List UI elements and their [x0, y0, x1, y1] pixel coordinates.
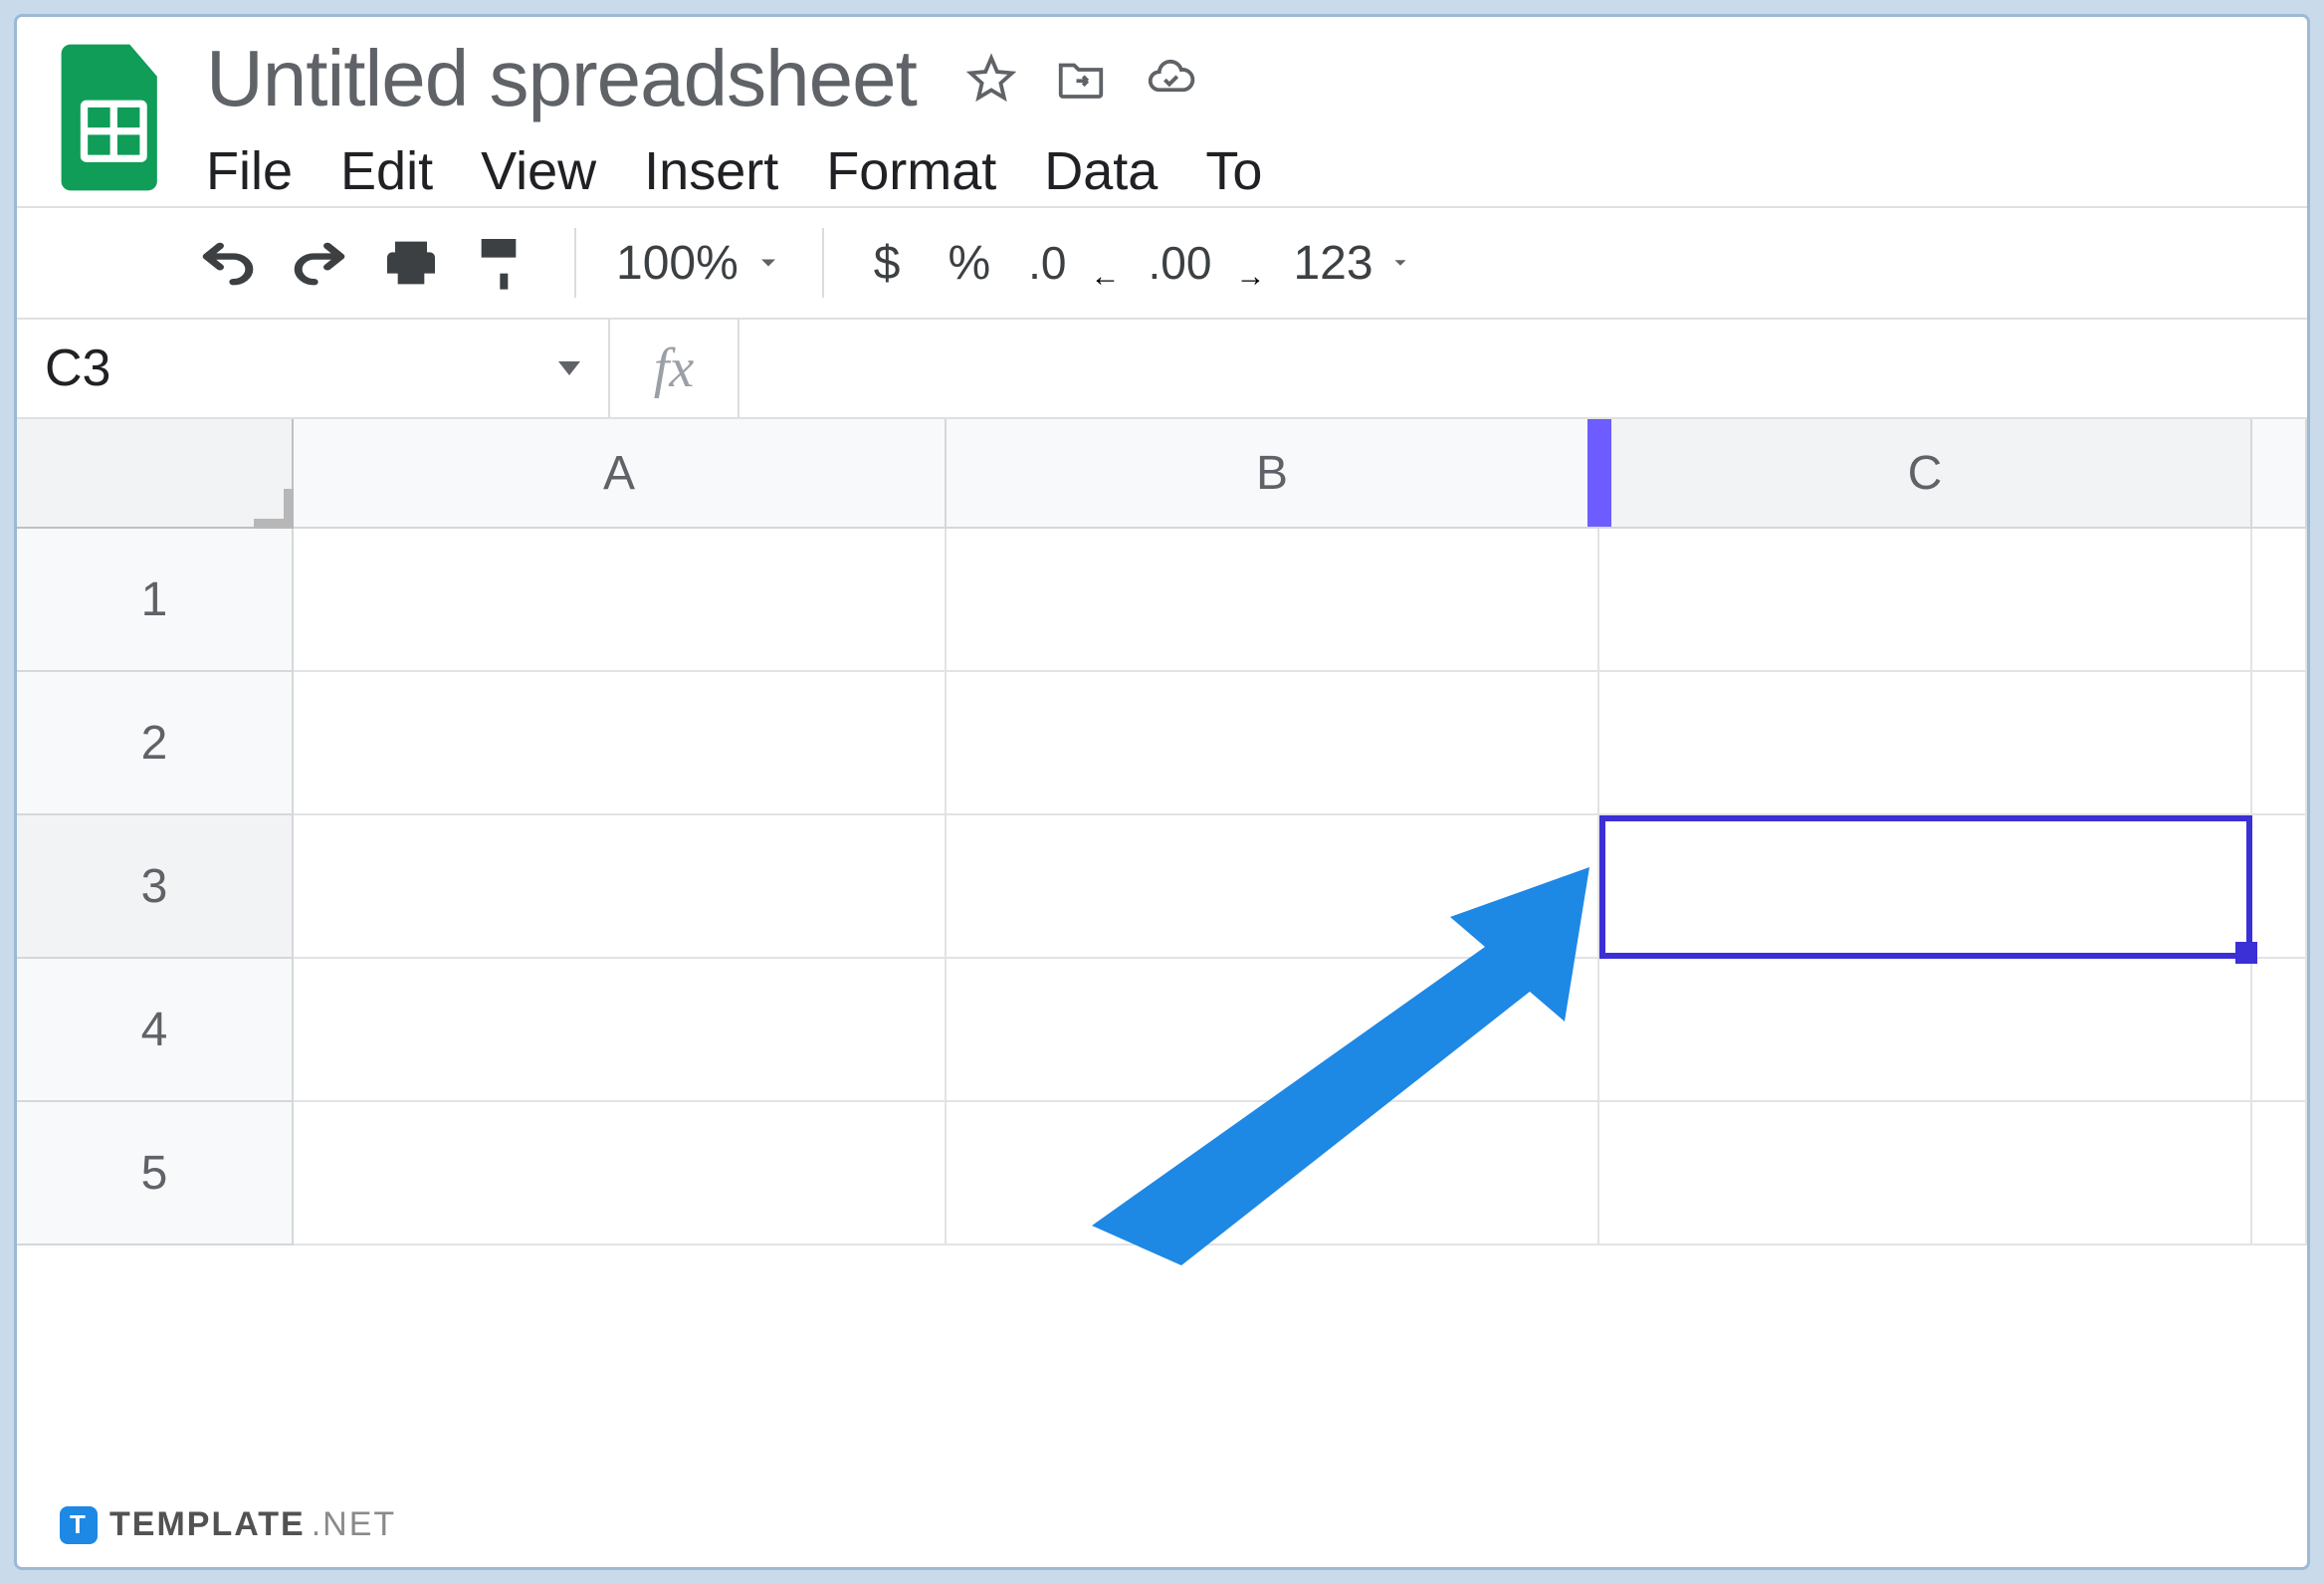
watermark-brand: TEMPLATE: [109, 1505, 306, 1544]
header: Untitled spreadsheet File: [17, 17, 2307, 206]
select-all-corner[interactable]: [17, 419, 294, 529]
cell-b3[interactable]: [947, 815, 1599, 959]
spreadsheet-grid: A B C 1 2 3: [17, 419, 2307, 1567]
chevron-down-icon: [754, 249, 782, 277]
menu-tools[interactable]: To: [1205, 140, 1262, 202]
row-header-5[interactable]: 5: [17, 1102, 294, 1245]
column-headers: A B C: [17, 419, 2307, 529]
cell-b5[interactable]: [947, 1102, 1599, 1245]
row-3: 3: [17, 815, 2307, 959]
increase-decimal-button[interactable]: .00 →: [1149, 236, 1266, 290]
cell-b1[interactable]: [947, 529, 1599, 672]
column-header-next[interactable]: [2252, 419, 2307, 529]
chevron-down-icon: [1389, 252, 1411, 274]
currency-format-button[interactable]: $: [864, 236, 911, 291]
app-window: Untitled spreadsheet File: [14, 14, 2310, 1570]
print-icon[interactable]: [379, 231, 443, 295]
toolbar: 100% $ % .0 ← .00 → 123: [17, 206, 2307, 320]
star-icon[interactable]: [964, 52, 1018, 106]
menu-bar: File Edit View Insert Format Data To: [206, 140, 2291, 202]
cell-b4[interactable]: [947, 959, 1599, 1102]
cell-a2[interactable]: [294, 672, 947, 815]
cell-a5[interactable]: [294, 1102, 947, 1245]
row-5: 5: [17, 1102, 2307, 1245]
arrow-right-icon: →: [1235, 260, 1265, 294]
row-header-1[interactable]: 1: [17, 529, 294, 672]
menu-file[interactable]: File: [206, 140, 293, 202]
cell-a3[interactable]: [294, 815, 947, 959]
cell-d5[interactable]: [2252, 1102, 2307, 1245]
menu-edit[interactable]: Edit: [340, 140, 433, 202]
sheets-logo-icon: [57, 43, 166, 192]
formula-input[interactable]: [739, 320, 2307, 417]
row-1: 1: [17, 529, 2307, 672]
cell-c2[interactable]: [1599, 672, 2252, 815]
column-header-a[interactable]: A: [294, 419, 947, 529]
cell-c1[interactable]: [1599, 529, 2252, 672]
decrease-decimal-button[interactable]: .0 ←: [1028, 236, 1120, 290]
move-folder-icon[interactable]: [1054, 52, 1108, 106]
cell-d3[interactable]: [2252, 815, 2307, 959]
menu-format[interactable]: Format: [826, 140, 996, 202]
cell-c3[interactable]: [1599, 815, 2252, 959]
toolbar-separator: [822, 228, 824, 298]
name-box-value: C3: [45, 339, 110, 398]
chevron-down-icon: [558, 361, 580, 375]
fx-label: fx: [610, 320, 739, 417]
name-box[interactable]: C3: [17, 320, 610, 417]
row-2: 2: [17, 672, 2307, 815]
cell-d1[interactable]: [2252, 529, 2307, 672]
arrow-left-icon: ←: [1091, 260, 1121, 294]
zoom-select[interactable]: 100%: [616, 236, 782, 291]
cell-d4[interactable]: [2252, 959, 2307, 1102]
watermark: T TEMPLATE.NET: [60, 1505, 396, 1544]
cell-d2[interactable]: [2252, 672, 2307, 815]
column-header-b[interactable]: B: [947, 419, 1599, 529]
cell-a1[interactable]: [294, 529, 947, 672]
cell-c5[interactable]: [1599, 1102, 2252, 1245]
menu-insert[interactable]: Insert: [644, 140, 778, 202]
toolbar-separator: [574, 228, 576, 298]
cell-a4[interactable]: [294, 959, 947, 1102]
zoom-value: 100%: [616, 236, 739, 291]
doc-title[interactable]: Untitled spreadsheet: [206, 33, 917, 124]
cloud-status-icon[interactable]: [1144, 52, 1197, 106]
row-4: 4: [17, 959, 2307, 1102]
cell-b2[interactable]: [947, 672, 1599, 815]
menu-data[interactable]: Data: [1044, 140, 1158, 202]
more-formats-button[interactable]: 123: [1293, 236, 1410, 291]
paint-format-icon[interactable]: [471, 231, 534, 295]
row-header-4[interactable]: 4: [17, 959, 294, 1102]
undo-icon[interactable]: [196, 231, 260, 295]
title-actions: [964, 52, 1197, 106]
row-header-2[interactable]: 2: [17, 672, 294, 815]
column-selection-marker: [1587, 419, 1611, 527]
menu-view[interactable]: View: [481, 140, 596, 202]
column-header-c[interactable]: C: [1599, 419, 2252, 529]
redo-icon[interactable]: [288, 231, 351, 295]
title-row: Untitled spreadsheet: [206, 33, 2291, 124]
watermark-badge-icon: T: [60, 1506, 98, 1544]
row-header-3[interactable]: 3: [17, 815, 294, 959]
percent-format-button[interactable]: %: [938, 236, 1000, 291]
watermark-suffix: .NET: [312, 1505, 396, 1544]
header-main: Untitled spreadsheet File: [206, 33, 2291, 202]
formula-bar-row: C3 fx: [17, 320, 2307, 419]
cell-c4[interactable]: [1599, 959, 2252, 1102]
